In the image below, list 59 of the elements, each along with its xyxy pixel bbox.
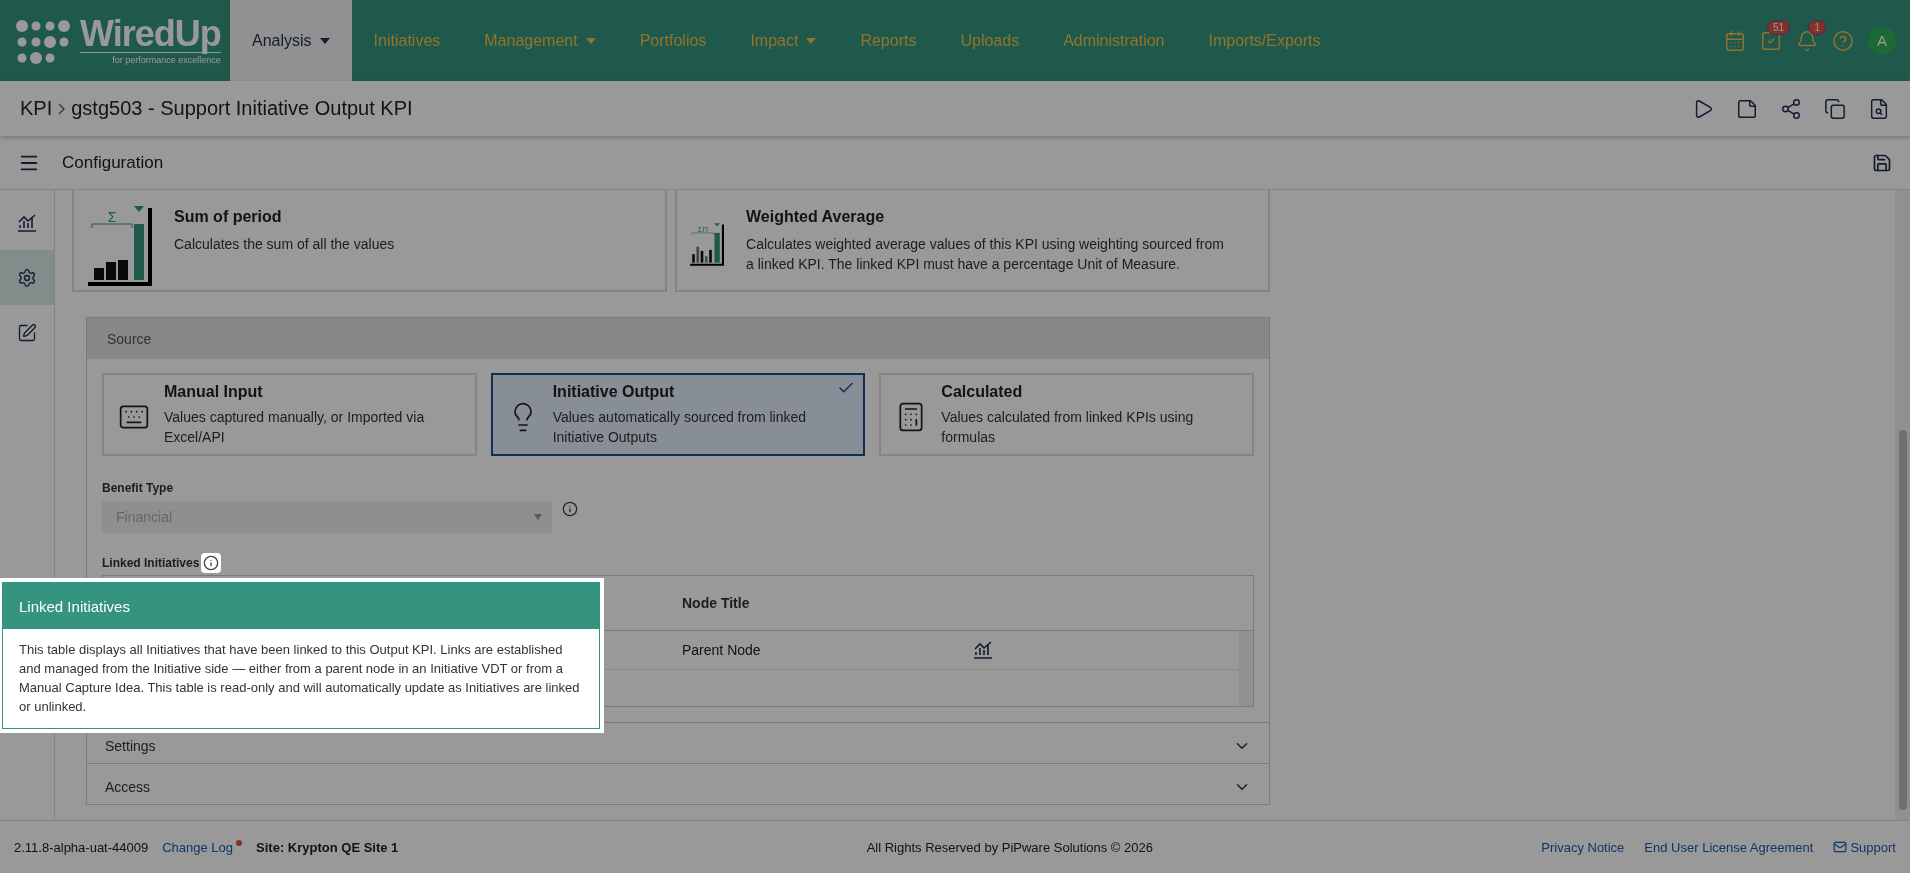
- option-description: Values automatically sourced from linked Initiative Outputs: [552, 408, 808, 448]
- note-icon[interactable]: [1736, 97, 1758, 120]
- page-title: gstg503 - Support Initiative Output KPI: [71, 97, 413, 120]
- info-icon[interactable]: [562, 501, 578, 517]
- table-cell-text: Parent Node: [682, 642, 762, 658]
- count-badge: 51: [1766, 19, 1790, 35]
- card-description: Calculates weighted average values of this KPI using weighting sourced from a linked KPI. The linked KPI must have a percentage Unit of Measure.: [746, 235, 1225, 275]
- copy-icon[interactable]: [1824, 97, 1846, 120]
- mail-icon: [1833, 840, 1848, 854]
- checkbox-icon[interactable]: [1760, 29, 1782, 52]
- tooltip-text: This table displays all Initiatives that have been linked to this Output KPI. Links are established and managed from the Initiative side — either from a parent node in an Initiative VDT or from a Manual Capture Idea. This table is read-only and will automatically update as Initiatives are linked or unlinked.: [18, 641, 581, 716]
- settings-icon[interactable]: [17, 267, 37, 288]
- sidebar-item[interactable]: [0, 250, 54, 305]
- option-title: Manual Input: [164, 383, 263, 401]
- card-title: Weighted Average: [746, 208, 885, 226]
- count-badge: 1: [1808, 19, 1826, 35]
- option-title: Calculated: [941, 383, 1023, 401]
- info-icon[interactable]: [203, 555, 220, 571]
- field-label: Benefit Type: [102, 481, 174, 495]
- logo-dots-icon: [14, 17, 72, 64]
- file-search-icon[interactable]: [1868, 97, 1890, 120]
- scrollbar-thumb[interactable]: [1898, 430, 1907, 810]
- section-label: Access: [105, 779, 151, 795]
- change-log-link[interactable]: Change Log: [162, 839, 243, 855]
- network-icon[interactable]: [1780, 97, 1802, 120]
- panel-header: Source: [87, 318, 1269, 359]
- chevron-right-icon: [58, 102, 66, 115]
- option-description: Values captured manually, or Imported via Excel/API: [164, 408, 426, 448]
- tooltip-title: Linked Initiatives: [3, 583, 599, 629]
- source-option[interactable]: Manual Input Values captured manually, or Imported via Excel/API: [102, 373, 477, 456]
- edit-icon[interactable]: [17, 322, 37, 343]
- option-description: Values calculated from linked KPIs using formulas: [941, 408, 1195, 448]
- column-header: Node Title: [682, 595, 750, 611]
- section-label: Settings: [105, 738, 156, 754]
- copyright-text: All Rights Reserved by PiPware Solutions © 2026: [865, 839, 1153, 855]
- logo-text: WiredUp: [80, 16, 221, 52]
- section-title: Configuration: [62, 152, 164, 173]
- footer-link[interactable]: Privacy Notice: [1541, 839, 1625, 855]
- breadcrumb-link[interactable]: KPI: [20, 97, 53, 120]
- aggregation-card[interactable]: Σ Sum of period Calculates the sum of all the values: [72, 190, 667, 292]
- logo-tagline: for performance excellence: [80, 52, 221, 65]
- source-option[interactable]: Initiative Output Values automatically sourced from linked Initiative Outputs: [490, 373, 866, 456]
- save-icon[interactable]: [1872, 152, 1892, 173]
- bar-chart-drawing: Σ: [86, 198, 152, 288]
- card-title: Sum of period: [174, 208, 282, 226]
- source-option[interactable]: Calculated Values calculated from linked KPIs using formulas: [879, 373, 1254, 456]
- option-title: Initiative Output: [552, 383, 675, 401]
- field-label: Linked Initiatives: [102, 556, 200, 570]
- footer-link[interactable]: Support: [1833, 839, 1896, 855]
- caret-icon: [534, 514, 542, 520]
- footer-link[interactable]: End User License Agreement: [1644, 839, 1814, 855]
- collapsible-section[interactable]: Access: [87, 763, 1269, 804]
- chart-icon: [972, 640, 994, 660]
- nav-item[interactable]: Analysis: [230, 0, 352, 81]
- chart-icon: [16, 212, 38, 233]
- card-description: Calculates the sum of all the values: [174, 235, 395, 254]
- user-avatar[interactable]: A: [1868, 26, 1896, 55]
- version-text: 2.11.8-alpha-uat-44009: [14, 839, 149, 855]
- site-name: Site: Krypton QE Site 1: [256, 839, 399, 855]
